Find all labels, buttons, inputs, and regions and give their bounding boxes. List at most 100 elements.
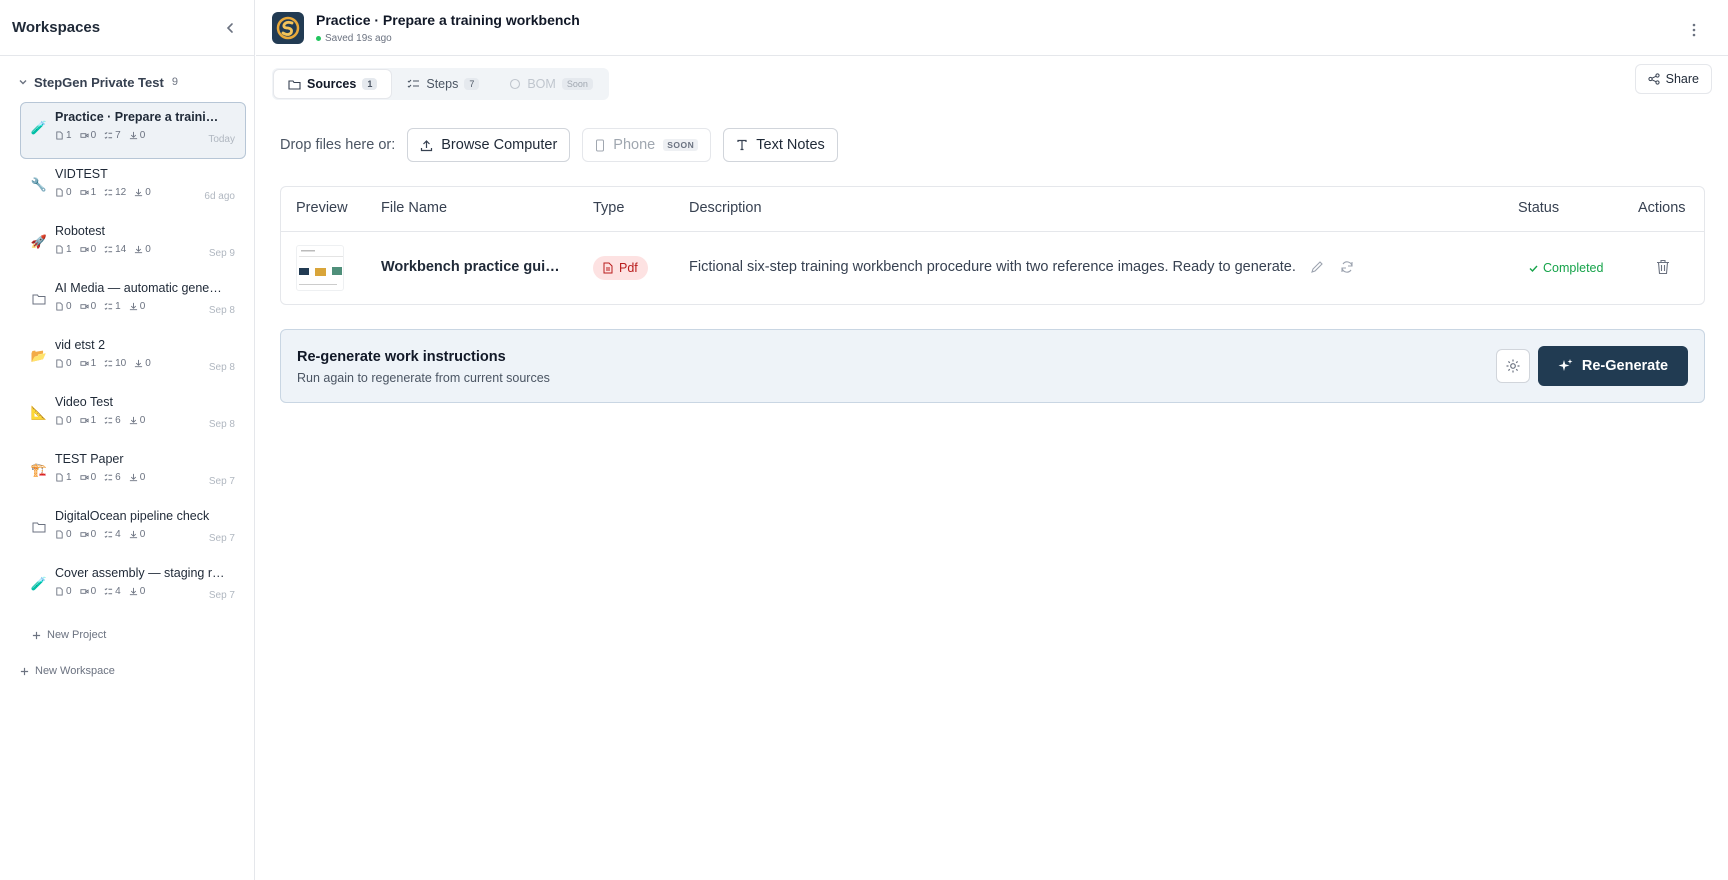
download-count-value: 0 <box>139 301 146 312</box>
project-item[interactable]: 🚀 Robotest 1 0 14 0 Sep 9 <box>20 216 246 273</box>
upload-icon <box>421 139 433 151</box>
workspace-row[interactable]: StepGen Private Test 9 <box>0 70 254 94</box>
workspace-count: 9 <box>171 76 178 88</box>
project-date: Today <box>208 134 235 145</box>
file-icon <box>55 473 64 482</box>
video-count: 1 <box>80 415 97 426</box>
pencil-icon <box>1311 261 1323 273</box>
browse-computer-button[interactable]: Browse Computer <box>407 128 571 162</box>
sparkles-icon <box>1558 359 1573 371</box>
more-menu-button[interactable] <box>1682 18 1706 42</box>
doc-count: 0 <box>55 586 72 597</box>
step-count: 6 <box>104 472 121 483</box>
refresh-icon <box>1341 261 1353 273</box>
drop-label: Drop files here or: <box>280 137 396 153</box>
project-item[interactable]: AI Media — automatic generation 0 0 1 0 Sep 8 <box>20 273 246 330</box>
video-count-value: 0 <box>90 244 97 255</box>
status-badge: Completed <box>1528 261 1603 275</box>
download-count-value: 0 <box>139 130 146 141</box>
doc-count-value: 1 <box>66 244 72 255</box>
phone-soon-tag: SOON <box>663 139 699 151</box>
video-count-value: 1 <box>90 187 97 198</box>
doc-count: 0 <box>55 187 72 198</box>
browse-computer-label: Browse Computer <box>441 137 558 153</box>
step-count: 14 <box>104 244 126 255</box>
download-count: 0 <box>129 529 145 540</box>
doc-count-value: 0 <box>66 187 72 198</box>
video-count-value: 0 <box>90 130 97 141</box>
table-row[interactable]: Workbench practice guide.pdf Pdf Fiction… <box>281 232 1704 304</box>
regenerate-settings-button[interactable] <box>1496 349 1530 383</box>
project-icon <box>31 519 47 535</box>
video-icon <box>80 416 89 425</box>
file-pdf-icon <box>603 262 613 274</box>
tab-steps-label: Steps <box>426 77 459 91</box>
project-item[interactable]: 🔧 VIDTEST 0 1 12 0 6d ago <box>20 159 246 216</box>
collapse-sidebar-button[interactable] <box>218 16 242 40</box>
project-item[interactable]: 📂 vid etst 2 0 1 10 0 Sep 8 <box>20 330 246 387</box>
file-name[interactable]: Workbench practice guide.pdf <box>381 259 561 275</box>
trash-icon <box>1657 259 1669 275</box>
project-name: Video Test <box>55 395 113 409</box>
download-count: 0 <box>129 130 146 141</box>
refresh-description-button[interactable] <box>1340 260 1354 278</box>
project-date: Sep 8 <box>208 419 235 430</box>
project-name: VIDTEST <box>55 167 108 181</box>
table-header: Preview File Name Type Description Statu… <box>281 187 1704 232</box>
regenerate-subtitle: Run again to regenerate from current sou… <box>297 371 550 385</box>
step-count-value: 10 <box>115 358 127 369</box>
file-preview-thumbnail[interactable] <box>296 245 344 291</box>
step-count-value: 14 <box>115 244 127 255</box>
sidebar-header: Workspaces <box>0 0 254 56</box>
project-item[interactable]: 📐 Video Test 0 1 6 0 Sep 8 <box>20 387 246 444</box>
tab-steps[interactable]: Steps 7 <box>393 70 493 98</box>
project-item[interactable]: 🧪 Cover assembly — staging run 0 0 4 0 Sep 7 <box>20 558 246 615</box>
col-actions: Actions <box>1638 200 1686 216</box>
saved-dot <box>316 35 321 41</box>
text-notes-button[interactable]: Text Notes <box>723 128 838 162</box>
project-icon: 🏗️ <box>30 462 48 477</box>
share-icon <box>1648 73 1660 85</box>
share-button[interactable]: Share <box>1634 64 1712 94</box>
doc-count: 1 <box>55 130 72 141</box>
list-icon <box>104 302 113 311</box>
project-name: Practice · Prepare a training workbench <box>55 110 225 124</box>
project-date: Sep 7 <box>208 476 235 487</box>
download-count-value: 0 <box>145 358 151 369</box>
regenerate-button[interactable]: Re-Generate <box>1538 346 1688 386</box>
video-count-value: 1 <box>90 415 97 426</box>
doc-count: 0 <box>55 358 72 369</box>
col-status: Status <box>1518 200 1560 216</box>
file-icon <box>55 131 64 140</box>
new-workspace-button[interactable]: New Workspace <box>0 661 254 681</box>
upload-row: Drop files here or: Browse Computer Phon… <box>280 128 838 162</box>
download-count-value: 0 <box>145 244 151 255</box>
list-icon <box>104 245 113 254</box>
project-item[interactable]: 🧪 Practice · Prepare a training workbench… <box>20 102 246 159</box>
delete-button[interactable] <box>1656 259 1670 279</box>
project-item[interactable]: 🏗️ TEST Paper 1 0 6 0 Sep 7 <box>20 444 246 501</box>
video-count: 0 <box>80 529 96 540</box>
download-count: 0 <box>129 586 145 597</box>
save-status: Saved 19s ago <box>316 33 580 44</box>
chevron-left-icon <box>226 22 233 33</box>
saved-label: Saved 19s ago <box>325 32 392 44</box>
tab-sources[interactable]: Sources 1 <box>274 70 392 98</box>
new-workspace-label: New Workspace <box>35 665 115 677</box>
new-project-button[interactable]: New Project <box>0 625 254 645</box>
step-count-value: 7 <box>115 130 121 141</box>
project-date: Sep 9 <box>208 248 235 259</box>
status-label: Completed <box>1543 261 1604 275</box>
video-icon <box>80 587 89 596</box>
edit-description-button[interactable] <box>1310 260 1324 278</box>
doc-count-value: 1 <box>66 472 72 483</box>
chevron-down-icon <box>19 80 27 85</box>
col-preview: Preview <box>296 200 348 216</box>
main-panel: Practice · Prepare a training workbench … <box>256 0 1728 880</box>
project-item[interactable]: DigitalOcean pipeline check 0 0 4 0 Sep 7 <box>20 501 246 558</box>
phone-label: Phone <box>613 137 656 153</box>
top-bar: Practice · Prepare a training workbench … <box>256 0 1728 56</box>
phone-icon <box>596 139 605 151</box>
video-icon <box>80 302 89 311</box>
step-count: 10 <box>104 358 126 369</box>
